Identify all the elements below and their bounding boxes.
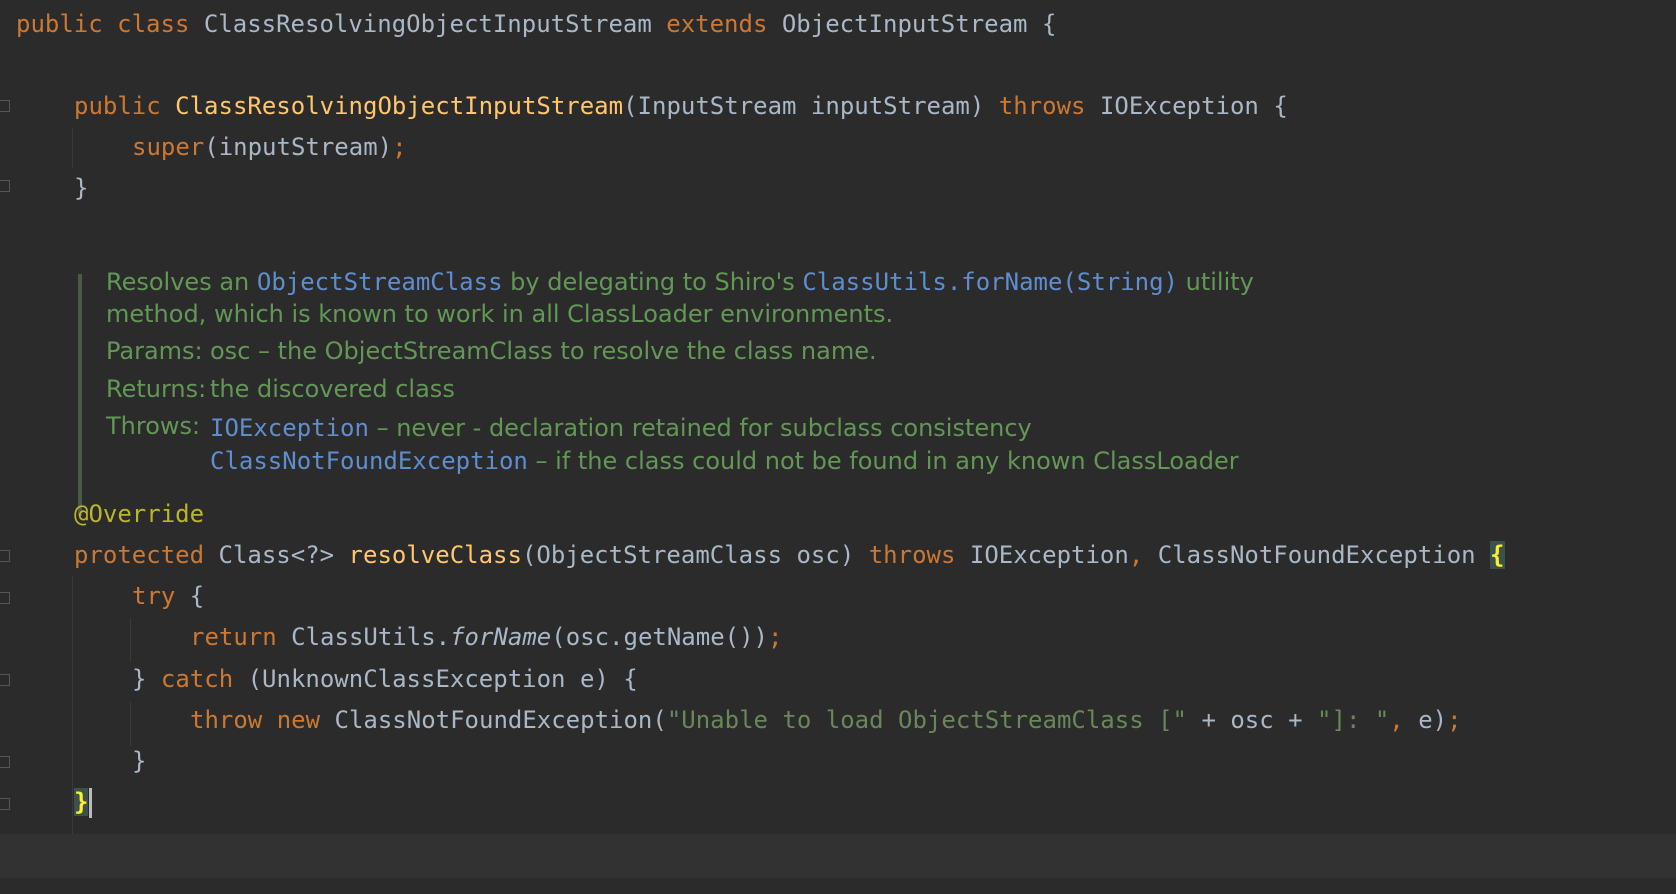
exception-type: IOException [955,541,1129,569]
javadoc-description-line1: Resolves an ObjectStreamClass by delegat… [106,266,1254,298]
concat-expr: + osc + [1187,706,1318,734]
javadoc-link-classnotfoundexception[interactable]: ClassNotFoundException [210,447,528,475]
keyword-class: class [117,10,190,38]
code-line-annotation[interactable]: @Override [74,492,204,536]
semicolon: ; [1447,706,1462,734]
fold-marker-icon[interactable] [0,798,10,810]
fold-marker-icon[interactable] [0,100,10,112]
indent-guide [130,702,131,746]
javadoc-text: – never - declaration retained for subcl… [368,414,1032,442]
class-name: ClassResolvingObjectInputStream [203,10,652,38]
code-line-method-close[interactable]: } [74,780,93,824]
keyword-extends: extends [666,10,768,38]
super-args: (inputStream) [204,133,393,161]
javadoc-params-value: osc – the ObjectStreamClass to resolve t… [210,337,877,365]
comma: , [1128,541,1144,569]
close-brace: } [74,174,89,202]
text-caret [89,788,93,818]
javadoc-link-ioexception[interactable]: IOException [210,414,369,442]
fold-marker-icon[interactable] [0,592,10,604]
code-line-super-call[interactable]: super(inputStream); [132,125,407,169]
semicolon: ; [768,623,783,651]
keyword-throws: throws [998,92,1086,120]
keyword-public: public [74,92,161,120]
code-line-class-decl[interactable]: public class ClassResolvingObjectInputSt… [16,2,1056,46]
javadoc-returns-value: the discovered class [210,375,455,403]
matched-open-brace: { [1490,541,1505,569]
exception-ctor: ClassNotFoundException( [320,706,667,734]
javadoc-text: – if the class could not be found in any… [527,447,1239,475]
fold-marker-icon[interactable] [0,550,10,562]
keyword-public: public [16,10,103,38]
exception-type: ClassNotFoundException [1143,541,1491,569]
semicolon: ; [392,133,407,161]
javadoc-throws-item-1: IOException – never - declaration retain… [210,412,1032,444]
javadoc-link-objectstreamclass[interactable]: ObjectStreamClass [257,268,503,296]
call-args: (osc.getName()) [551,623,768,651]
constructor-params: (InputStream inputStream) [623,92,999,120]
annotation-override: @Override [74,500,205,528]
call-tail: e) [1403,706,1448,734]
keyword-super: super [132,133,205,161]
code-line-close-brace[interactable]: } [132,739,146,783]
fold-marker-icon[interactable] [0,756,10,768]
javadoc-text: by delegating to Shiro's [502,268,803,296]
super-type: ObjectInputStream [781,10,1028,38]
code-line-constructor[interactable]: public ClassResolvingObjectInputStream(I… [74,84,1288,128]
comma: , [1389,706,1404,734]
code-editor[interactable]: public class ClassResolvingObjectInputSt… [0,0,1676,894]
javadoc-link-classutils-forname[interactable]: ClassUtils.forName(String) [802,268,1178,296]
method-params: (ObjectStreamClass osc) [521,541,869,569]
javadoc-throws-label: Throws: [106,412,201,440]
method-name: resolveClass [348,541,522,569]
code-line-method-decl[interactable]: protected Class<?> resolveClass(ObjectSt… [74,533,1505,577]
close-brace: } [132,665,161,693]
keyword-protected: protected [74,541,205,569]
javadoc-params-label: Params: [106,337,203,365]
javadoc-text: Resolves an [106,268,257,296]
code-line-close-brace[interactable]: } [74,166,88,210]
keyword-catch: catch [160,665,234,693]
javadoc-description-line2: method, which is known to work in all Cl… [106,300,894,328]
return-type: Class<?> [204,541,349,569]
current-line-highlight [0,834,1676,878]
code-line-throw[interactable]: throw new ClassNotFoundException("Unable… [190,698,1462,742]
code-line-return[interactable]: return ClassUtils.forName(osc.getName())… [190,615,782,659]
rendered-javadoc: Resolves an ObjectStreamClass by delegat… [78,268,1382,516]
keyword-try: try [132,582,176,610]
keyword-return: return [190,623,277,651]
javadoc-throws-item-2: ClassNotFoundException – if the class co… [210,445,1239,477]
class-ref: ClassUtils. [276,623,451,651]
catch-args: (UnknownClassException e) { [233,665,638,693]
keyword-new: new [262,706,321,734]
open-brace: { [175,582,205,610]
javadoc-returns-label: Returns: [106,375,207,403]
string-literal: "]: " [1317,706,1390,734]
javadoc-text: utility [1178,268,1254,296]
close-brace: } [132,747,147,775]
indent-guide [72,128,73,168]
fold-marker-icon[interactable] [0,180,10,192]
indent-guide [130,618,131,662]
code-line-catch[interactable]: } catch (UnknownClassException e) { [132,657,638,701]
keyword-throws: throws [868,541,956,569]
indent-guide [72,576,73,834]
code-line-try[interactable]: try { [132,574,204,618]
string-literal: "Unable to load ObjectStreamClass [" [666,706,1187,734]
keyword-throw: throw [190,706,263,734]
static-method-call: forName [450,623,552,651]
open-brace: { [1027,10,1057,38]
constructor-name: ClassResolvingObjectInputStream [175,92,624,120]
exception-type: IOException { [1085,92,1288,120]
matched-close-brace: } [74,788,89,816]
fold-marker-icon[interactable] [0,674,10,686]
